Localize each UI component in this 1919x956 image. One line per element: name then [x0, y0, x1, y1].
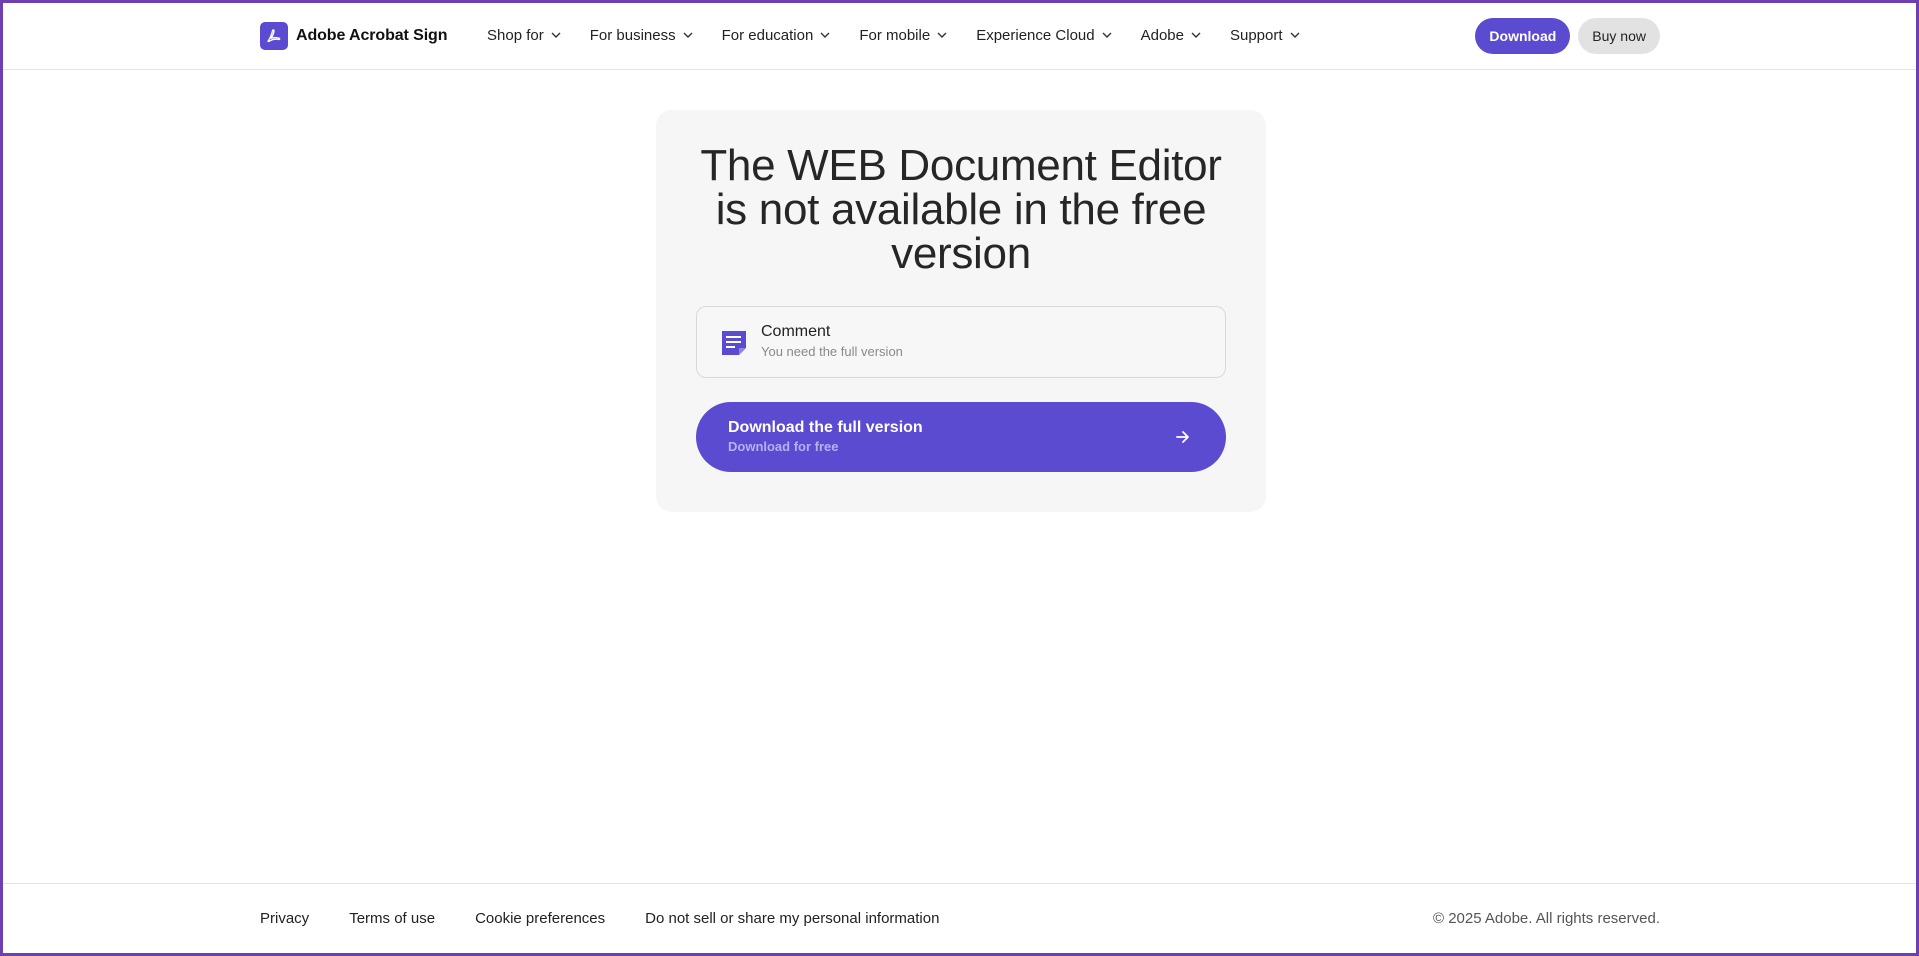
footer-link-do-not-sell[interactable]: Do not sell or share my personal informa…	[645, 910, 939, 927]
nav-label: Experience Cloud	[976, 26, 1095, 44]
buy-now-button[interactable]: Buy now	[1578, 18, 1660, 54]
nav-shop-for[interactable]: Shop for	[487, 27, 562, 44]
comment-note-icon	[722, 331, 746, 355]
feature-note: You need the full version	[761, 344, 903, 359]
footer-links: Privacy Terms of use Cookie preferences …	[260, 910, 939, 927]
chevron-down-icon	[937, 32, 947, 38]
nav-adobe[interactable]: Adobe	[1141, 27, 1202, 44]
download-button[interactable]: Download	[1475, 18, 1571, 54]
copyright: © 2025 Adobe. All rights reserved.	[1432, 910, 1660, 927]
main-nav: Shop for For business For education For …	[487, 24, 1329, 46]
nav-for-education[interactable]: For education	[722, 27, 832, 44]
arrow-right-icon	[1176, 431, 1189, 443]
acrobat-logo-icon	[260, 22, 288, 50]
brand-name: Adobe Acrobat Sign	[296, 27, 448, 44]
chevron-down-icon	[683, 32, 693, 38]
feature-box: Comment You need the full version	[696, 306, 1226, 378]
download-full-version-button[interactable]: Download the full version Download for f…	[696, 402, 1226, 472]
nav-label: Shop for	[487, 26, 544, 44]
footer-link-terms[interactable]: Terms of use	[349, 910, 435, 927]
brand-logo-link[interactable]: Adobe Acrobat Sign	[260, 22, 447, 50]
footer-link-privacy[interactable]: Privacy	[260, 910, 309, 927]
chevron-down-icon	[1290, 32, 1300, 38]
feature-name: Comment	[761, 323, 831, 340]
cta-title: Download the full version	[728, 419, 923, 436]
footer-link-cookies[interactable]: Cookie preferences	[475, 910, 605, 927]
chevron-down-icon	[820, 32, 830, 38]
footer: Privacy Terms of use Cookie preferences …	[0, 883, 1919, 956]
nav-support[interactable]: Support	[1230, 27, 1301, 44]
chevron-down-icon	[1191, 32, 1201, 38]
upgrade-card: The WEB Document Editor is not available…	[656, 110, 1266, 512]
top-navigation-bar: Adobe Acrobat Sign Shop for For business…	[0, 0, 1919, 70]
chevron-down-icon	[551, 32, 561, 38]
nav-experience-cloud[interactable]: Experience Cloud	[976, 27, 1112, 44]
header-actions: Download Buy now	[1475, 18, 1660, 54]
nav-for-business[interactable]: For business	[590, 27, 694, 44]
nav-for-mobile[interactable]: For mobile	[859, 27, 948, 44]
nav-label: Support	[1229, 26, 1283, 44]
page-title: The WEB Document Editor is not available…	[700, 141, 1222, 278]
nav-label: Adobe	[1140, 26, 1184, 44]
nav-label: For mobile	[859, 26, 931, 44]
nav-label: For business	[589, 26, 676, 44]
nav-label: For education	[721, 26, 814, 44]
cta-subtitle: Download for free	[728, 439, 839, 454]
chevron-down-icon	[1102, 32, 1112, 38]
